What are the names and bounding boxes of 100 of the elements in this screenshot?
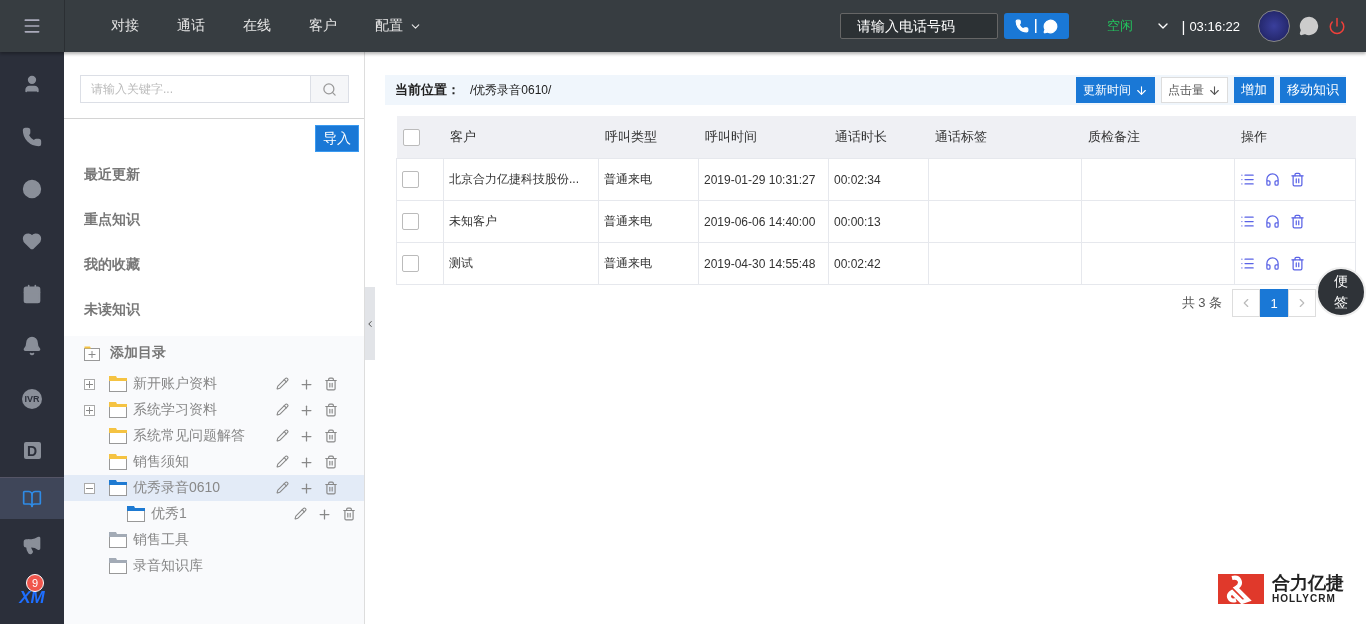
tree-row[interactable]: 新开账户资料 bbox=[64, 371, 364, 397]
sidebar-item[interactable]: XM 9 bbox=[0, 571, 64, 624]
add-icon[interactable] bbox=[299, 454, 314, 470]
phone-field[interactable]: 请输入电话号码 bbox=[840, 13, 999, 39]
table-cell: 普通来电 bbox=[598, 158, 699, 201]
ivr-icon: IVR bbox=[22, 388, 42, 409]
tree-row[interactable]: 录音知识库 bbox=[64, 553, 364, 579]
table-cell: 2019-01-29 10:31:27 bbox=[698, 158, 829, 201]
call-button[interactable] bbox=[1004, 13, 1070, 39]
list-icon[interactable] bbox=[1240, 214, 1255, 229]
column-header: 客户 bbox=[443, 116, 599, 159]
column-header: 通话时长 bbox=[828, 116, 929, 159]
checkbox[interactable] bbox=[402, 213, 419, 230]
nav-tab[interactable]: 客户 bbox=[293, 0, 359, 52]
delete-icon[interactable] bbox=[324, 402, 338, 417]
headphones-icon[interactable] bbox=[1265, 214, 1280, 229]
edit-icon[interactable] bbox=[276, 376, 289, 390]
headphones-icon[interactable] bbox=[1265, 172, 1280, 187]
sidebar-item[interactable] bbox=[0, 477, 64, 520]
sidebar-item[interactable]: IVR bbox=[0, 372, 64, 425]
import-button[interactable]: 导入 bbox=[315, 125, 359, 152]
edit-icon[interactable] bbox=[276, 454, 289, 468]
edit-icon[interactable] bbox=[276, 480, 289, 494]
nav-item[interactable]: 最近更新 bbox=[64, 152, 364, 197]
logo-name: 合力亿捷 bbox=[1272, 573, 1344, 593]
chat-icon bbox=[1043, 18, 1059, 34]
nav-item[interactable]: 我的收藏 bbox=[64, 242, 364, 287]
nav-tab[interactable]: 配置 bbox=[359, 0, 438, 52]
expand-icon[interactable] bbox=[84, 378, 95, 390]
count-badge: 9 bbox=[26, 573, 44, 592]
checkbox[interactable] bbox=[402, 128, 420, 146]
edit-icon[interactable] bbox=[294, 506, 307, 520]
phone-icon bbox=[1015, 19, 1030, 33]
add-icon[interactable] bbox=[317, 506, 332, 522]
nav-tab[interactable]: 对接 bbox=[95, 0, 161, 52]
delete-icon[interactable] bbox=[324, 480, 338, 495]
sidebar-item[interactable]: D bbox=[0, 424, 64, 478]
delete-icon[interactable] bbox=[1290, 214, 1305, 229]
delete-icon[interactable] bbox=[1290, 172, 1305, 187]
delete-icon[interactable] bbox=[342, 506, 356, 521]
delete-icon[interactable] bbox=[1290, 256, 1305, 271]
expand-icon[interactable] bbox=[84, 404, 95, 416]
nav-item[interactable]: 重点知识 bbox=[64, 197, 364, 242]
delete-icon[interactable] bbox=[324, 454, 338, 469]
collapse-icon[interactable] bbox=[84, 482, 95, 494]
search-icon bbox=[322, 81, 337, 97]
tree-row[interactable]: 优秀录音0610 bbox=[64, 475, 364, 501]
edit-icon[interactable] bbox=[276, 428, 289, 442]
tree-row[interactable]: 优秀1 bbox=[64, 501, 364, 527]
action-button[interactable]: 增加 bbox=[1234, 77, 1274, 103]
table-cell: 00:02:42 bbox=[828, 242, 929, 285]
folder-label: 优秀录音0610 bbox=[133, 479, 221, 497]
tree-row[interactable]: 系统学习资料 bbox=[64, 397, 364, 423]
note-button[interactable]: 便签 bbox=[1316, 267, 1366, 317]
tree-row[interactable]: 销售须知 bbox=[64, 449, 364, 475]
add-directory-link[interactable]: 添加目录 bbox=[110, 344, 166, 362]
table-cell: 2019-06-06 14:40:00 bbox=[698, 200, 829, 243]
delete-icon[interactable] bbox=[324, 376, 338, 391]
book-icon bbox=[22, 488, 42, 509]
power-icon[interactable] bbox=[1328, 17, 1346, 35]
folder-label: 销售工具 bbox=[133, 531, 189, 549]
column-header: 呼叫类型 bbox=[598, 116, 699, 159]
table-cell: 00:00:13 bbox=[828, 200, 929, 243]
nav-tab[interactable]: 在线 bbox=[227, 0, 293, 52]
clock: 03:16:22 bbox=[1189, 18, 1240, 34]
avatar[interactable] bbox=[1258, 10, 1290, 42]
nav-item[interactable]: 未读知识 bbox=[64, 287, 364, 332]
search-button[interactable] bbox=[311, 75, 349, 103]
page-button[interactable]: 1 bbox=[1260, 289, 1288, 317]
column-header: 质检备注 bbox=[1081, 116, 1235, 159]
nav-tab[interactable]: 通话 bbox=[161, 0, 227, 52]
collapse-handle[interactable] bbox=[365, 287, 375, 360]
menu-icon[interactable] bbox=[22, 16, 42, 36]
action-button[interactable]: 移动知识 bbox=[1280, 77, 1346, 103]
checkbox[interactable] bbox=[402, 171, 419, 188]
delete-icon[interactable] bbox=[324, 428, 338, 443]
add-icon[interactable] bbox=[299, 428, 314, 444]
user-icon bbox=[22, 74, 42, 95]
checkbox[interactable] bbox=[402, 255, 419, 272]
add-icon[interactable] bbox=[299, 402, 314, 418]
table-cell: 00:02:34 bbox=[828, 158, 929, 201]
search-field[interactable]: 请输入关键字... bbox=[80, 75, 311, 103]
tree-row[interactable]: 销售工具 bbox=[64, 527, 364, 553]
add-icon[interactable] bbox=[299, 480, 314, 496]
table-cell: 普通来电 bbox=[598, 242, 699, 285]
calendar-icon bbox=[22, 283, 42, 304]
add-folder-icon[interactable] bbox=[84, 345, 100, 361]
folder-label: 录音知识库 bbox=[133, 557, 203, 575]
chat-icon[interactable] bbox=[1299, 16, 1319, 36]
column-header: 操作 bbox=[1234, 116, 1356, 159]
agent-status: 空闲 bbox=[1107, 17, 1134, 35]
sort-button[interactable]: 更新时间 bbox=[1076, 77, 1155, 103]
list-icon[interactable] bbox=[1240, 256, 1255, 271]
tree-row[interactable]: 系统常见问题解答 bbox=[64, 423, 364, 449]
folder-label: 优秀1 bbox=[151, 505, 187, 523]
edit-icon[interactable] bbox=[276, 402, 289, 416]
sort-button[interactable]: 点击量 bbox=[1161, 77, 1228, 103]
list-icon[interactable] bbox=[1240, 172, 1255, 187]
headphones-icon[interactable] bbox=[1265, 256, 1280, 271]
add-icon[interactable] bbox=[299, 376, 314, 392]
